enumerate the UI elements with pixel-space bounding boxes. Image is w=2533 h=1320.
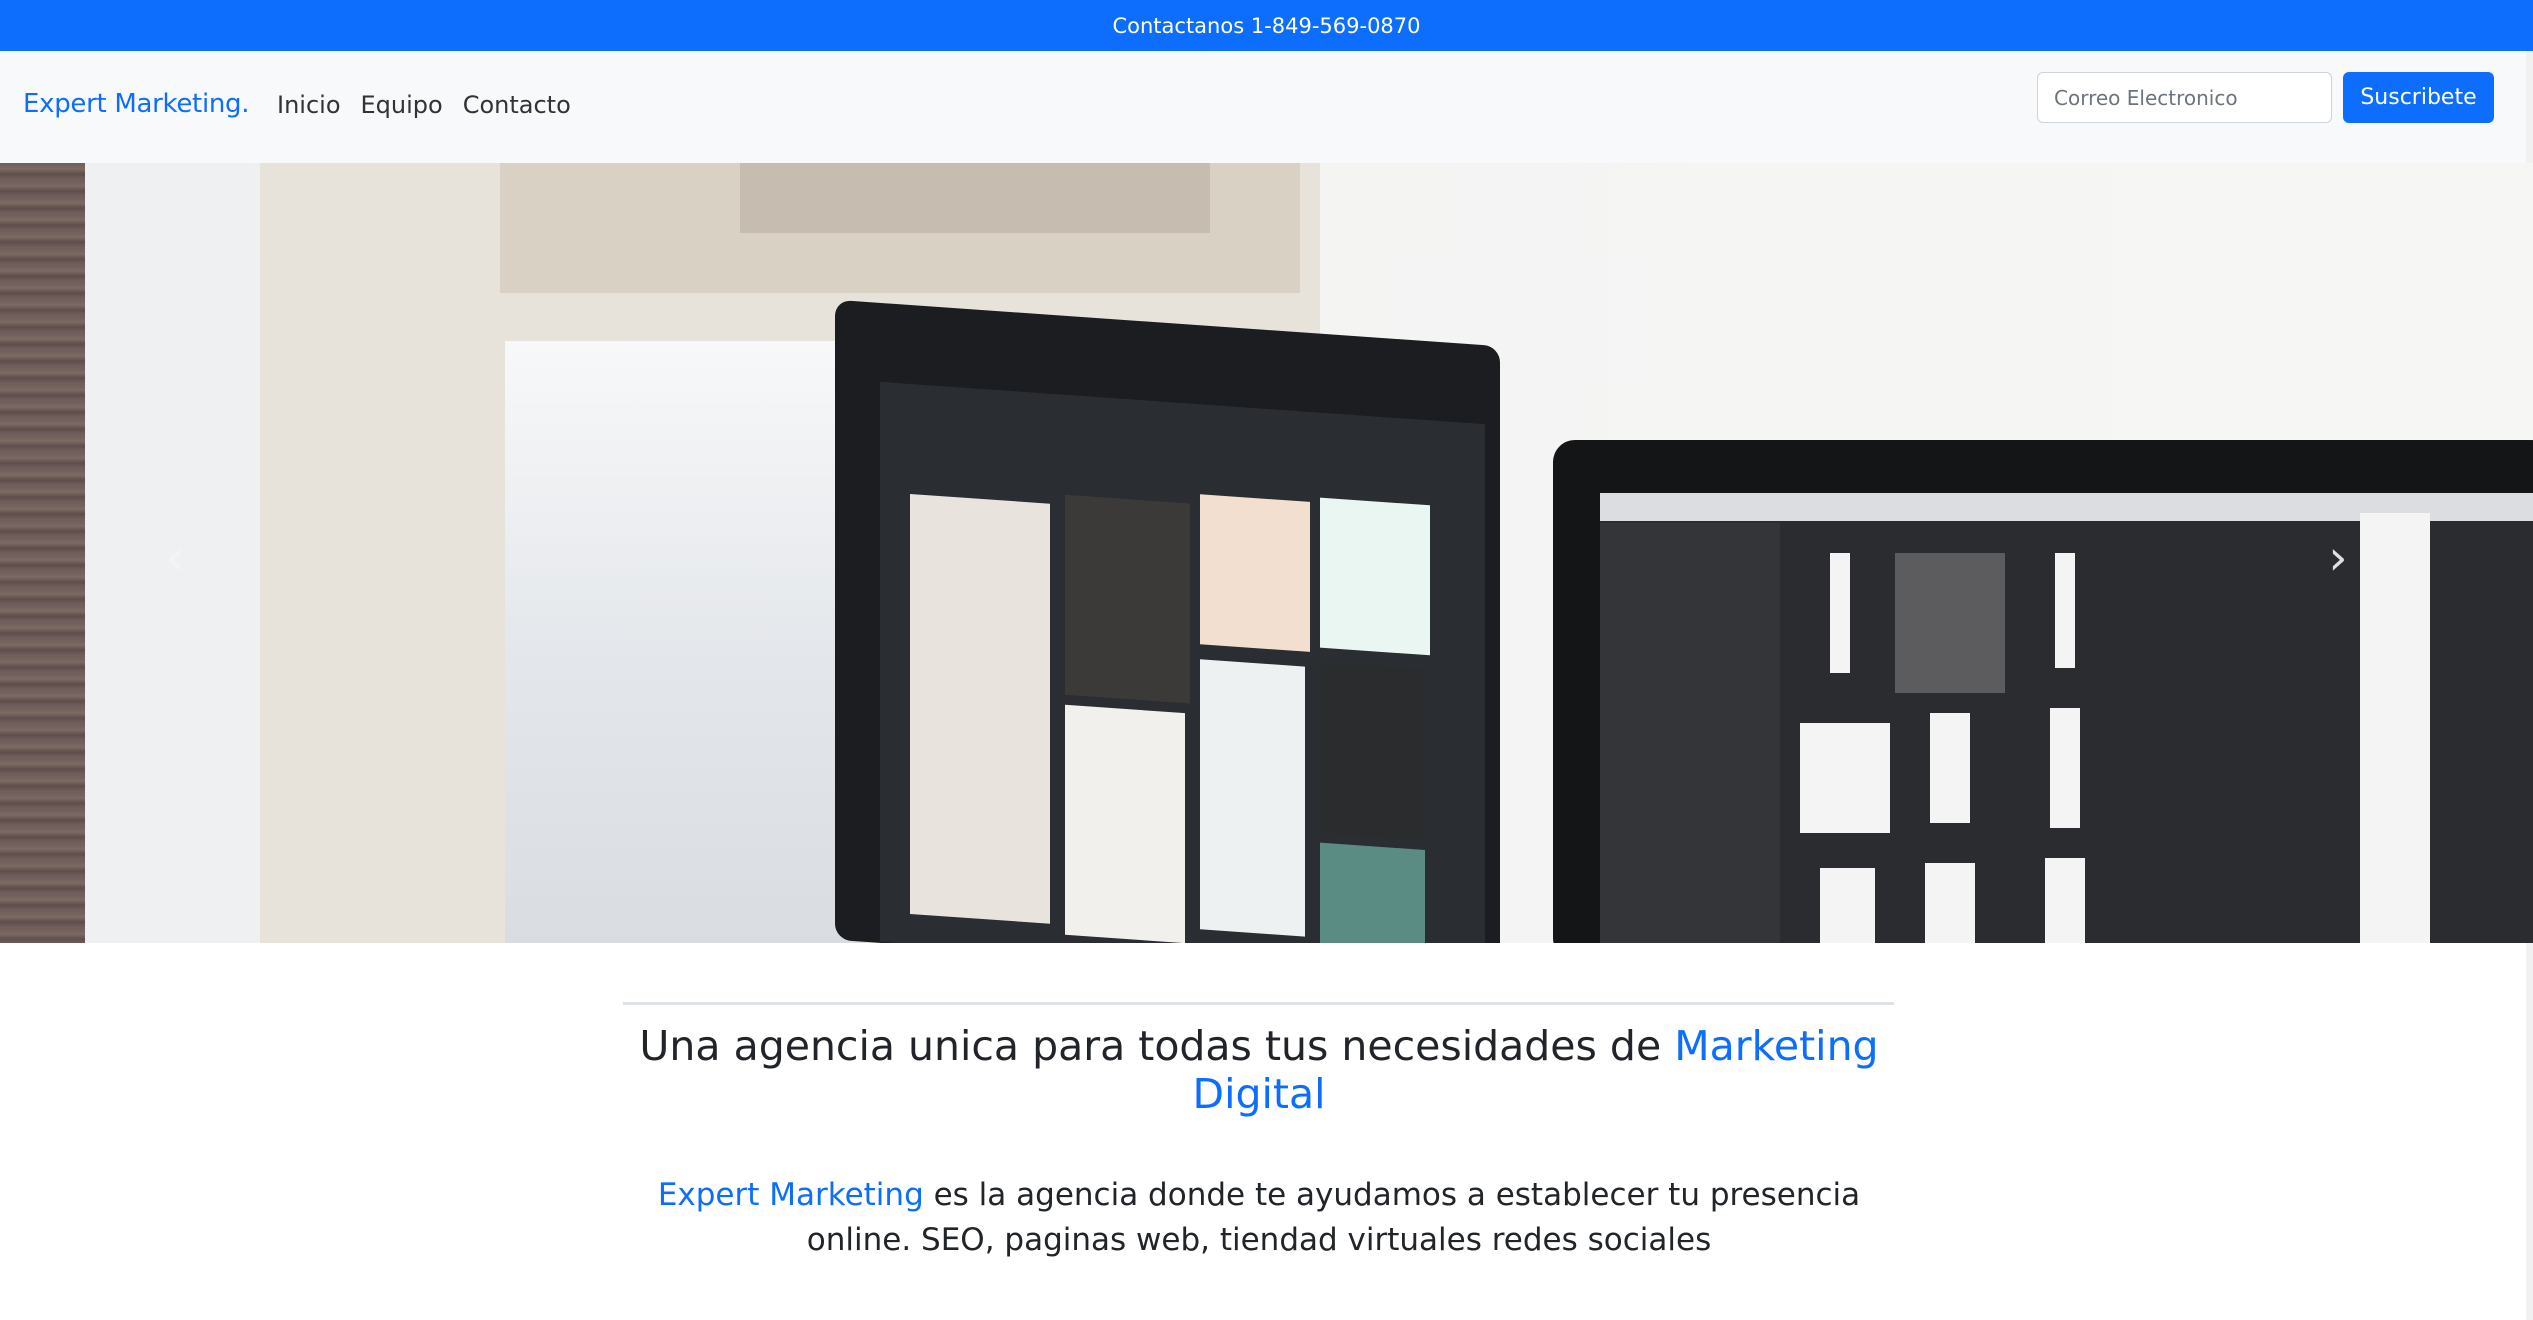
brand-logo-link[interactable]: Expert Marketing.	[23, 89, 250, 119]
hero-image-monitor-left-screen	[880, 381, 1485, 943]
intro-lead-text: es la agencia donde te ayudamos a establ…	[806, 1177, 1861, 1258]
hero-image-monitor-right-screen	[1600, 493, 2533, 943]
contact-phone-text: Contactanos 1-849-569-0870	[1112, 13, 1421, 38]
nav-link-contacto[interactable]: Contacto	[463, 91, 571, 119]
intro-lead-brand: Expert Marketing	[657, 1177, 924, 1213]
intro-lead: Expert Marketing es la agencia donde te …	[650, 1173, 1868, 1263]
chevron-right-icon: ›	[2328, 530, 2348, 586]
nav-link-inicio[interactable]: Inicio	[277, 91, 341, 119]
carousel-next-button[interactable]: ›	[2318, 528, 2358, 588]
top-contact-bar: Contactanos 1-849-569-0870	[0, 0, 2533, 51]
nav-link-equipo[interactable]: Equipo	[361, 91, 443, 119]
email-subscribe-input[interactable]	[2037, 72, 2332, 123]
subscribe-button[interactable]: Suscribete	[2343, 72, 2494, 123]
navbar: Expert Marketing. Inicio Equipo Contacto…	[0, 51, 2533, 163]
intro-headline: Una agencia unica para todas tus necesid…	[600, 1022, 1918, 1118]
intro-headline-prefix: Una agencia unica para todas tus necesid…	[639, 1022, 1662, 1070]
hero-image-window-latch	[740, 163, 1210, 233]
chevron-left-icon: ‹	[165, 530, 185, 586]
section-divider	[623, 1002, 1894, 1005]
carousel-prev-button[interactable]: ‹	[155, 528, 195, 588]
hero-image-window-glass	[505, 341, 865, 943]
nav-links: Inicio Equipo Contacto	[277, 91, 571, 119]
hero-carousel: ‹ ›	[0, 163, 2533, 943]
hero-image-wood-edge	[0, 163, 85, 943]
